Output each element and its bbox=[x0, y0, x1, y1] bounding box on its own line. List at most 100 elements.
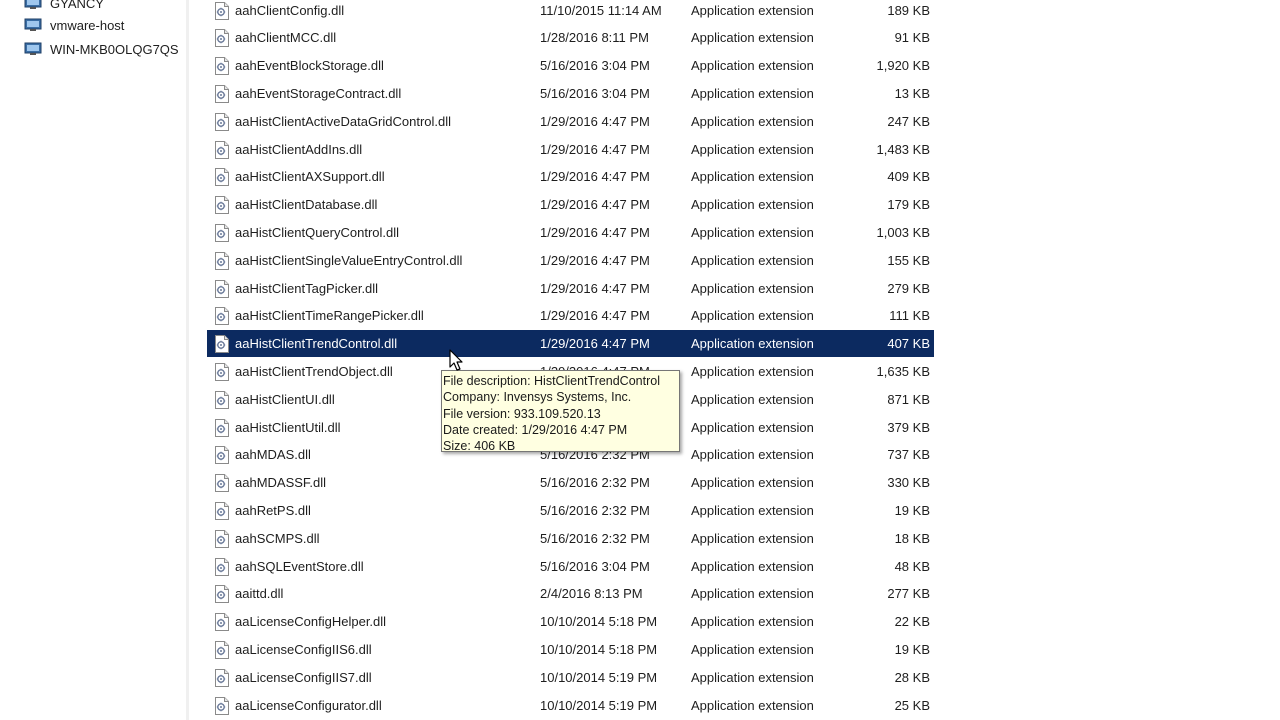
file-date-modified: 1/28/2016 8:11 PM bbox=[540, 30, 649, 46]
file-list: aahClientConfig.dll 11/10/2015 11:14 AM Ap… bbox=[189, 0, 1280, 720]
dll-file-icon bbox=[214, 251, 230, 270]
tooltip-description: File description: HistClientTrendControl bbox=[443, 374, 660, 388]
dll-file-icon bbox=[214, 668, 230, 687]
file-row-selected[interactable]: aaHistClientTrendControl.dll 1/29/2016 4:… bbox=[207, 330, 934, 358]
file-name: aaHistClientTimeRangePicker.dll bbox=[235, 308, 424, 324]
file-row[interactable]: aaLicenseConfigIIS6.dll 10/10/2014 5:18 P… bbox=[207, 636, 934, 663]
nav-item-win-mkb0olqg7qs[interactable]: WIN-MKB0OLQG7QS bbox=[24, 38, 179, 60]
file-row[interactable]: aaHistClientAddIns.dll 1/29/2016 4:47 PM A… bbox=[207, 136, 934, 163]
dll-file-icon bbox=[214, 696, 230, 715]
file-date-modified: 10/10/2014 5:19 PM bbox=[540, 669, 658, 685]
file-size: 379 KB bbox=[887, 419, 930, 435]
file-size: 871 KB bbox=[887, 391, 930, 407]
file-row[interactable]: aaLicenseConfigHelper.dll 10/10/2014 5:18… bbox=[207, 608, 934, 635]
file-name: aaHistClientUtil.dll bbox=[235, 419, 341, 435]
file-name: aahEventStorageContract.dll bbox=[235, 85, 402, 101]
file-size: 179 KB bbox=[887, 197, 930, 213]
computer-icon bbox=[24, 18, 42, 32]
file-row[interactable]: aaittd.dll 2/4/2016 8:13 PM Application ex… bbox=[207, 580, 934, 607]
file-row[interactable]: aaHistClientTimeRangePicker.dll 1/29/2016… bbox=[207, 302, 934, 329]
file-name: aahClientConfig.dll bbox=[235, 2, 345, 18]
file-type: Application extension bbox=[691, 558, 814, 574]
file-row[interactable]: aahEventStorageContract.dll 5/16/2016 3:0… bbox=[207, 80, 934, 107]
file-row[interactable]: aaHistClientDatabase.dll 1/29/2016 4:47 P… bbox=[207, 191, 934, 218]
dll-file-icon bbox=[214, 223, 230, 242]
file-size: 19 KB bbox=[894, 502, 930, 518]
file-size: 19 KB bbox=[894, 641, 930, 657]
dll-file-icon bbox=[214, 307, 230, 326]
file-type: Application extension bbox=[691, 447, 814, 463]
file-date-modified: 1/29/2016 4:47 PM bbox=[540, 252, 650, 268]
file-size: 737 KB bbox=[887, 447, 930, 463]
dll-file-icon bbox=[214, 585, 230, 604]
nav-item-gyancy[interactable]: GYANCY bbox=[24, 0, 104, 14]
file-name: aaHistClientTagPicker.dll bbox=[235, 280, 379, 296]
dll-file-icon bbox=[214, 501, 230, 520]
file-row[interactable]: aaHistClientSingleValueEntryControl.dll 1… bbox=[207, 247, 934, 274]
file-size: 91 KB bbox=[894, 30, 930, 46]
file-name: aaHistClientTrendControl.dll bbox=[235, 336, 398, 352]
file-type: Application extension bbox=[691, 113, 814, 129]
dll-file-icon bbox=[214, 418, 230, 437]
file-row[interactable]: aaHistClientQueryControl.dll 1/29/2016 4:… bbox=[207, 219, 934, 246]
file-row[interactable]: aahSCMPS.dll 5/16/2016 2:32 PM Application… bbox=[207, 525, 934, 552]
nav-item-label: WIN-MKB0OLQG7QS bbox=[50, 41, 179, 57]
dll-file-icon bbox=[214, 613, 230, 632]
file-date-modified: 5/16/2016 3:04 PM bbox=[540, 85, 650, 101]
mouse-pointer-icon bbox=[449, 349, 463, 371]
dll-file-icon bbox=[214, 57, 230, 76]
file-size: 48 KB bbox=[894, 558, 930, 574]
file-row[interactable]: aahClientMCC.dll 1/28/2016 8:11 PM Applica… bbox=[207, 24, 934, 51]
file-row[interactable]: aahEventBlockStorage.dll 5/16/2016 3:04 P… bbox=[207, 52, 934, 79]
file-name: aahMDASSF.dll bbox=[235, 475, 327, 491]
file-row[interactable]: aaLicenseConfigIIS7.dll 10/10/2014 5:19 P… bbox=[207, 664, 934, 691]
file-type: Application extension bbox=[691, 641, 814, 657]
file-row[interactable]: aaHistClientAXSupport.dll 1/29/2016 4:47 … bbox=[207, 163, 934, 190]
navigation-pane: GYANCY vmware-host WIN-MKB0OLQG7QS bbox=[0, 0, 187, 720]
dll-file-icon bbox=[214, 29, 230, 48]
file-date-modified: 5/16/2016 3:04 PM bbox=[540, 558, 650, 574]
file-type: Application extension bbox=[691, 308, 814, 324]
file-date-modified: 1/29/2016 4:47 PM bbox=[540, 141, 650, 157]
file-size: 28 KB bbox=[894, 669, 930, 685]
file-size: 1,003 KB bbox=[876, 224, 931, 240]
dll-file-icon bbox=[214, 140, 230, 159]
file-name: aahRetPS.dll bbox=[235, 502, 311, 518]
file-row[interactable]: aahRetPS.dll 5/16/2016 2:32 PM Application… bbox=[207, 497, 934, 524]
tooltip-created: Date created: 1/29/2016 4:47 PM bbox=[443, 422, 628, 437]
file-name: aaLicenseConfigHelper.dll bbox=[235, 614, 387, 630]
file-type: Application extension bbox=[691, 252, 814, 268]
dll-file-icon bbox=[214, 446, 230, 465]
dll-file-icon bbox=[214, 168, 230, 187]
dll-file-icon bbox=[214, 84, 230, 103]
file-date-modified: 10/10/2014 5:18 PM bbox=[540, 614, 658, 630]
file-size: 22 KB bbox=[894, 614, 930, 630]
file-row[interactable]: aahSQLEventStore.dll 5/16/2016 3:04 PM App… bbox=[207, 553, 934, 580]
file-date-modified: 1/29/2016 4:47 PM bbox=[540, 336, 650, 352]
file-name: aaHistClientSingleValueEntryControl.dll bbox=[235, 252, 463, 268]
file-size: 277 KB bbox=[887, 586, 930, 602]
file-row[interactable]: aaHistClientActiveDataGridControl.dll 1/2… bbox=[207, 108, 934, 135]
dll-file-icon bbox=[214, 279, 230, 298]
file-date-modified: 11/10/2015 11:14 AM bbox=[540, 2, 662, 18]
file-type: Application extension bbox=[691, 141, 814, 157]
file-type: Application extension bbox=[691, 586, 814, 602]
file-date-modified: 1/29/2016 4:47 PM bbox=[540, 169, 650, 185]
tooltip-size: Size: 406 KB bbox=[443, 439, 516, 454]
file-type: Application extension bbox=[691, 363, 814, 379]
nav-item-vmware-host[interactable]: vmware-host bbox=[24, 14, 124, 36]
file-type: Application extension bbox=[691, 2, 814, 18]
file-row[interactable]: aaLicenseConfigurator.dll 10/10/2014 5:19… bbox=[207, 692, 934, 719]
file-row[interactable]: aahMDASSF.dll 5/16/2016 2:32 PM Applicatio… bbox=[207, 469, 934, 496]
file-row[interactable]: aaHistClientTagPicker.dll 1/29/2016 4:47 … bbox=[207, 275, 934, 302]
file-type: Application extension bbox=[691, 697, 814, 713]
dll-file-icon bbox=[214, 640, 230, 659]
file-type: Application extension bbox=[691, 224, 814, 240]
file-name: aahSCMPS.dll bbox=[235, 530, 320, 546]
dll-file-icon bbox=[214, 196, 230, 215]
file-type: Application extension bbox=[691, 669, 814, 685]
computer-icon bbox=[24, 42, 42, 56]
file-name: aaHistClientUI.dll bbox=[235, 391, 335, 407]
dll-file-icon bbox=[214, 474, 230, 493]
file-row[interactable]: aahClientConfig.dll 11/10/2015 11:14 AM Ap… bbox=[207, 0, 934, 24]
